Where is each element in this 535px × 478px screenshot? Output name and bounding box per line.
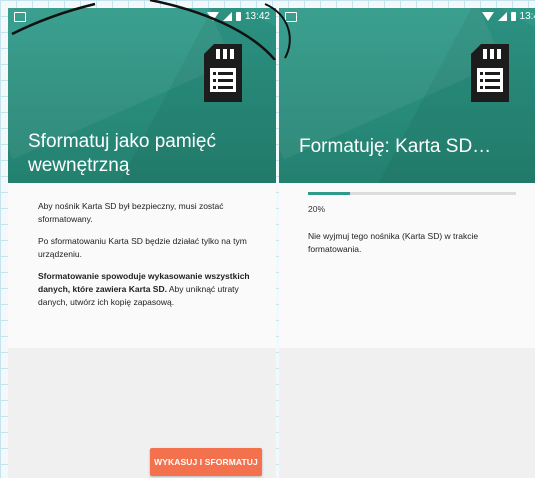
sd-card-icon: [204, 44, 242, 102]
header: 13:4 Formatuję: Karta SD…: [279, 8, 535, 183]
cell-signal-icon: [497, 12, 507, 21]
erase-and-format-button[interactable]: WYKASUJ I SFORMATUJ: [150, 448, 262, 476]
image-icon: [285, 12, 297, 22]
description-paragraph: Po sformatowaniu Karta SD będzie działać…: [38, 236, 247, 259]
status-bar: 13:4: [279, 8, 535, 26]
battery-icon: [235, 12, 241, 21]
cell-signal-icon: [222, 12, 232, 21]
header: 13:42 Sformatuj jako pamięć wewnętrzną: [8, 8, 276, 183]
wifi-icon: [481, 12, 494, 21]
format-progress-bar: [308, 192, 516, 195]
progress-percent: 20%: [308, 204, 326, 214]
format-internal-storage-screen: 13:42 Sformatuj jako pamięć wewnętrzną A…: [8, 8, 276, 478]
warning-paragraph: Sformatowanie spowoduje wykasowanie wszy…: [38, 270, 256, 309]
status-bar: 13:42: [8, 8, 276, 26]
status-time: 13:42: [244, 11, 270, 22]
formatting-message: Nie wyjmuj tego nośnika (Karta SD) w tra…: [308, 231, 479, 254]
status-time: 13:4: [519, 11, 535, 22]
battery-icon: [510, 12, 516, 21]
image-icon: [14, 12, 26, 22]
formatting-progress-screen: 13:4 Formatuję: Karta SD… 20% Nie wyjmuj…: [279, 8, 535, 478]
description-paragraph: Aby nośnik Karta SD był bezpieczny, musi…: [38, 201, 224, 224]
footer-area: [279, 348, 535, 478]
sd-card-icon: [471, 44, 509, 102]
page-title: Formatuję: Karta SD…: [299, 136, 492, 157]
progress-fill: [308, 192, 350, 195]
wifi-icon: [206, 12, 219, 21]
description: Aby nośnik Karta SD był bezpieczny, musi…: [38, 200, 256, 318]
page-title: Sformatuj jako pamięć wewnętrzną: [28, 131, 216, 176]
